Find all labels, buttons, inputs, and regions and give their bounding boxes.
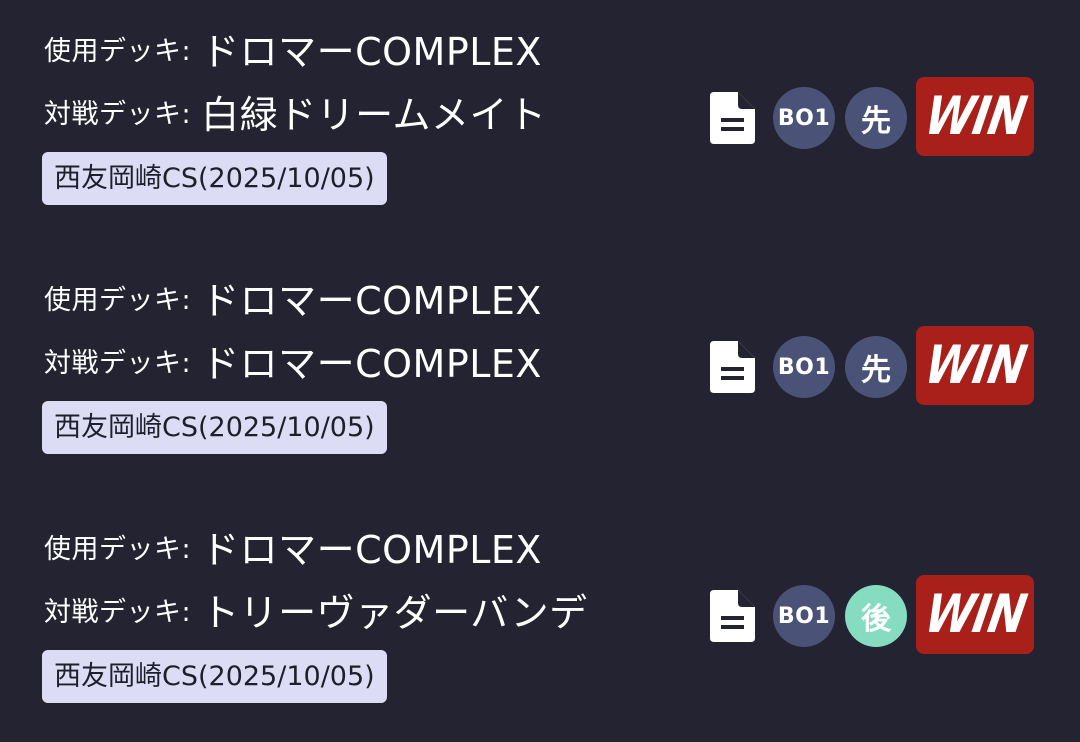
result-badge: WIN	[916, 326, 1034, 405]
match-item[interactable]: 使用デッキ: ドロマーCOMPLEX 対戦デッキ: トリーヴァダーバンデ 西友岡…	[0, 498, 1080, 738]
match-item[interactable]: 使用デッキ: ドロマーCOMPLEX 対戦デッキ: ドロマーCOMPLEX 西友…	[0, 249, 1080, 489]
document-icon[interactable]	[710, 590, 755, 642]
document-icon[interactable]	[710, 92, 755, 144]
turn-order-badge: 先	[845, 87, 907, 149]
turn-order-badge: 後	[845, 585, 907, 647]
turn-order-badge: 先	[845, 336, 907, 398]
opponent-deck-label: 対戦デッキ:	[44, 347, 192, 379]
event-tag[interactable]: 西友岡崎CS(2025/10/05)	[42, 650, 387, 703]
opponent-deck-name: 白緑ドリームメイト	[201, 92, 547, 137]
result-text: WIN	[920, 583, 1030, 646]
opponent-deck-row: 対戦デッキ: 白緑ドリームメイト	[44, 86, 547, 137]
event-tag[interactable]: 西友岡崎CS(2025/10/05)	[42, 152, 387, 205]
used-deck-name: ドロマーCOMPLEX	[201, 527, 542, 572]
opponent-deck-row: 対戦デッキ: トリーヴァダーバンデ	[44, 584, 588, 635]
match-history-list: 使用デッキ: ドロマーCOMPLEX 対戦デッキ: 白緑ドリームメイト 西友岡崎…	[0, 0, 1080, 742]
result-text: WIN	[920, 85, 1030, 148]
result-text: WIN	[920, 334, 1030, 397]
opponent-deck-row: 対戦デッキ: ドロマーCOMPLEX	[44, 335, 542, 386]
used-deck-row: 使用デッキ: ドロマーCOMPLEX	[44, 272, 542, 323]
opponent-deck-name: ドロマーCOMPLEX	[201, 341, 542, 386]
best-of-badge: BO1	[773, 336, 835, 398]
best-of-badge: BO1	[773, 585, 835, 647]
used-deck-label: 使用デッキ:	[44, 284, 192, 316]
best-of-badge: BO1	[773, 87, 835, 149]
opponent-deck-label: 対戦デッキ:	[44, 596, 192, 628]
used-deck-label: 使用デッキ:	[44, 533, 192, 565]
used-deck-row: 使用デッキ: ドロマーCOMPLEX	[44, 23, 542, 74]
match-item[interactable]: 使用デッキ: ドロマーCOMPLEX 対戦デッキ: 白緑ドリームメイト 西友岡崎…	[0, 0, 1080, 240]
result-badge: WIN	[916, 575, 1034, 654]
document-icon[interactable]	[710, 341, 755, 393]
used-deck-name: ドロマーCOMPLEX	[201, 29, 542, 74]
used-deck-label: 使用デッキ:	[44, 35, 192, 67]
event-tag[interactable]: 西友岡崎CS(2025/10/05)	[42, 401, 387, 454]
used-deck-name: ドロマーCOMPLEX	[201, 278, 542, 323]
opponent-deck-label: 対戦デッキ:	[44, 98, 192, 130]
opponent-deck-name: トリーヴァダーバンデ	[201, 590, 588, 635]
result-badge: WIN	[916, 77, 1034, 156]
used-deck-row: 使用デッキ: ドロマーCOMPLEX	[44, 521, 542, 572]
